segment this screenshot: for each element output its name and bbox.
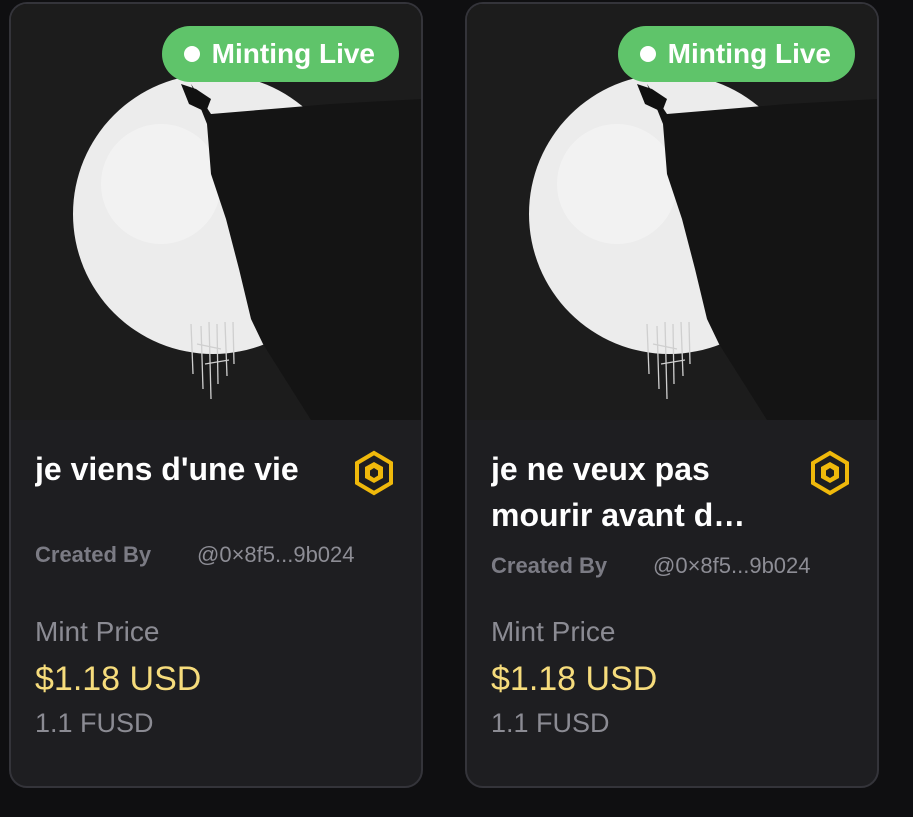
creator-address[interactable]: @0×8f5...9b024 <box>653 553 811 579</box>
mint-price-label: Mint Price <box>35 616 160 647</box>
badge-label: Minting Live <box>211 38 375 69</box>
badge-label: Minting Live <box>667 38 831 69</box>
creator-row: Created By @0×8f5...9b024 <box>491 553 861 579</box>
bnb-chain-icon <box>355 450 393 496</box>
created-by-label: Created By <box>35 542 152 567</box>
bnb-chain-icon <box>811 450 849 496</box>
live-dot-icon <box>639 46 656 62</box>
creator-row: Created By @0×8f5...9b024 <box>35 542 405 568</box>
mint-price-usd: $1.18 USD <box>491 660 658 698</box>
creator-address[interactable]: @0×8f5...9b024 <box>197 542 355 568</box>
nft-card[interactable]: Minting Live je viens d'une vie Created … <box>9 2 423 788</box>
mint-price-usd: $1.18 USD <box>35 660 202 698</box>
mint-price-token: 1.1 FUSD <box>491 708 610 738</box>
live-dot-icon <box>183 46 200 62</box>
created-by-label: Created By <box>491 553 608 578</box>
nft-card[interactable]: Minting Live je ne veux pas mourir avant… <box>465 2 879 788</box>
mint-price-label: Mint Price <box>491 616 616 647</box>
nft-title[interactable]: je viens d'une vie <box>35 446 335 492</box>
minting-live-badge: Minting Live <box>161 26 399 82</box>
mint-price-token: 1.1 FUSD <box>35 708 154 738</box>
minting-live-badge: Minting Live <box>617 26 855 82</box>
nft-title[interactable]: je ne veux pas mourir avant d… <box>491 446 791 538</box>
